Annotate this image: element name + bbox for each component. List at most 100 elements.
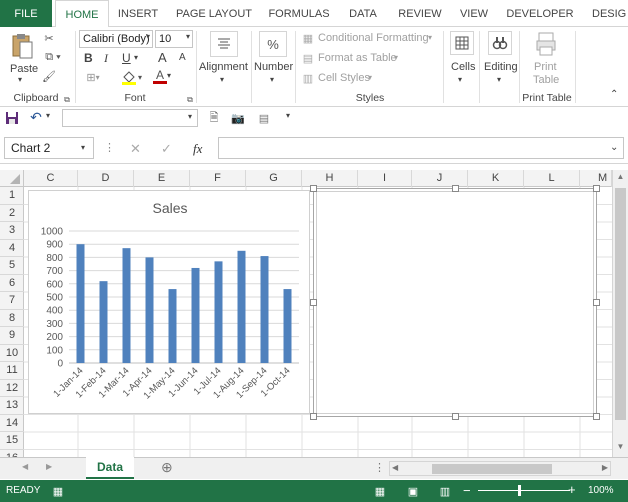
scroll-right-icon[interactable]: ▶ bbox=[602, 463, 608, 472]
resize-handle[interactable] bbox=[593, 413, 600, 420]
page-layout-view-icon[interactable]: ▣ bbox=[405, 483, 421, 499]
insert-function-button[interactable]: fx bbox=[193, 141, 202, 157]
format-as-table-dropdown-icon[interactable]: ▾ bbox=[394, 53, 398, 62]
conditional-formatting-dropdown-icon[interactable]: ▾ bbox=[428, 33, 432, 42]
fill-color-button[interactable]: ▾ bbox=[116, 68, 146, 86]
tab-insert[interactable]: INSERT bbox=[112, 0, 164, 27]
resize-handle[interactable] bbox=[310, 299, 317, 306]
alignment-button[interactable]: Alignment bbox=[199, 61, 248, 73]
row-header[interactable]: 12 bbox=[0, 380, 24, 397]
next-sheet-icon[interactable]: ▶ bbox=[46, 462, 52, 471]
bar[interactable] bbox=[99, 281, 108, 363]
row-header[interactable]: 15 bbox=[0, 432, 24, 450]
alignment-icon[interactable] bbox=[210, 31, 238, 57]
resize-handle[interactable] bbox=[452, 413, 459, 420]
bar[interactable] bbox=[191, 267, 200, 363]
bar[interactable] bbox=[237, 250, 246, 363]
qat-combo-dropdown-icon[interactable]: ▾ bbox=[188, 112, 192, 121]
row-header[interactable]: 2 bbox=[0, 205, 24, 222]
cell-styles-dropdown-icon[interactable]: ▾ bbox=[368, 73, 372, 82]
resize-handle[interactable] bbox=[593, 299, 600, 306]
tab-developer[interactable]: DEVELOPER bbox=[502, 0, 578, 27]
bar[interactable] bbox=[122, 248, 131, 363]
column-header[interactable]: L bbox=[524, 170, 580, 187]
new-sheet-button[interactable]: ⊕ bbox=[161, 459, 173, 476]
zoom-in-button[interactable]: + bbox=[568, 482, 576, 497]
page-break-preview-icon[interactable]: ▥ bbox=[437, 483, 453, 499]
tab-view[interactable]: VIEW bbox=[452, 0, 496, 27]
row-header[interactable]: 3 bbox=[0, 222, 24, 240]
formula-input[interactable] bbox=[218, 137, 624, 159]
grow-font-button[interactable]: A bbox=[158, 50, 167, 65]
resize-handle[interactable] bbox=[593, 185, 600, 192]
bold-button[interactable]: B bbox=[84, 51, 93, 65]
zoom-level[interactable]: 100% bbox=[588, 485, 614, 496]
tab-page-layout[interactable]: PAGE LAYOUT bbox=[168, 0, 260, 27]
name-box-dropdown-icon[interactable]: ▾ bbox=[81, 143, 85, 152]
editing-dropdown-icon[interactable]: ▾ bbox=[497, 75, 501, 84]
row-header[interactable]: 7 bbox=[0, 292, 24, 310]
tab-home[interactable]: HOME bbox=[55, 0, 109, 28]
cut-icon[interactable]: ✂ bbox=[40, 30, 58, 46]
bar[interactable] bbox=[168, 289, 177, 363]
empty-chart-selected[interactable] bbox=[310, 185, 600, 420]
alignment-dropdown-icon[interactable]: ▾ bbox=[220, 75, 224, 84]
bar[interactable] bbox=[145, 257, 154, 363]
scroll-up-icon[interactable]: ▲ bbox=[615, 172, 626, 184]
column-header[interactable]: F bbox=[190, 170, 246, 187]
row-header[interactable]: 9 bbox=[0, 327, 24, 345]
bar[interactable] bbox=[283, 289, 292, 363]
column-header[interactable]: C bbox=[24, 170, 78, 187]
format-as-table-button[interactable]: Format as Table bbox=[318, 52, 397, 64]
sheet-bar-grip-icon[interactable]: ⋮ bbox=[374, 461, 385, 474]
underline-button[interactable]: U bbox=[122, 51, 131, 65]
cells-icon[interactable] bbox=[450, 31, 474, 55]
underline-dropdown-icon[interactable]: ▾ bbox=[134, 53, 138, 62]
cancel-formula-button[interactable]: ✕ bbox=[130, 141, 141, 157]
font-color-dropdown-icon[interactable]: ▾ bbox=[167, 71, 171, 80]
scroll-left-icon[interactable]: ◀ bbox=[392, 463, 398, 472]
collapse-ribbon-icon[interactable]: ⌃ bbox=[610, 89, 618, 100]
horizontal-scrollbar[interactable]: ◀ ▶ bbox=[389, 461, 611, 476]
paste-dropdown-icon[interactable]: ▾ bbox=[18, 75, 22, 84]
tab-review[interactable]: REVIEW bbox=[392, 0, 448, 27]
scroll-down-icon[interactable]: ▼ bbox=[615, 442, 626, 454]
clipboard-launcher-icon[interactable]: ⧉ bbox=[62, 95, 72, 105]
font-launcher-icon[interactable]: ⧉ bbox=[185, 95, 195, 105]
column-header[interactable]: E bbox=[134, 170, 190, 187]
format-painter-icon[interactable]: 🖌 bbox=[40, 68, 58, 84]
font-size-dropdown-icon[interactable]: ▾ bbox=[186, 32, 190, 41]
undo-dropdown-icon[interactable]: ▾ bbox=[46, 111, 50, 120]
resize-handle[interactable] bbox=[310, 413, 317, 420]
tab-design[interactable]: DESIG bbox=[584, 0, 628, 27]
sheet-tab-data[interactable]: Data bbox=[86, 457, 134, 479]
select-all-button[interactable] bbox=[0, 170, 24, 187]
print-table-button-line2[interactable]: Table bbox=[533, 74, 559, 86]
shrink-font-button[interactable]: A bbox=[179, 52, 186, 63]
resize-handle[interactable] bbox=[310, 185, 317, 192]
enter-formula-button[interactable]: ✓ bbox=[161, 141, 172, 157]
zoom-out-button[interactable]: − bbox=[463, 483, 471, 498]
row-header[interactable]: 5 bbox=[0, 257, 24, 275]
copy-icon[interactable]: ⧉ ▾ bbox=[40, 49, 66, 65]
column-header[interactable]: G bbox=[246, 170, 302, 187]
column-header[interactable]: K bbox=[468, 170, 524, 187]
paste-icon[interactable] bbox=[8, 31, 36, 61]
row-header[interactable]: 4 bbox=[0, 240, 24, 257]
tab-formulas[interactable]: FORMULAS bbox=[264, 0, 334, 27]
prev-sheet-icon[interactable]: ◀ bbox=[22, 462, 28, 471]
bar[interactable] bbox=[214, 261, 223, 363]
paste-button[interactable]: Paste bbox=[10, 63, 38, 75]
sales-chart[interactable]: Sales 0 100 200 300 400 500 600 700 800 900 1000 1… bbox=[28, 190, 310, 414]
undo-icon[interactable]: ↶ bbox=[28, 109, 44, 125]
row-header[interactable]: 8 bbox=[0, 310, 24, 327]
camera-icon[interactable]: 📷 bbox=[230, 110, 246, 126]
expand-formula-bar-icon[interactable]: ⌄ bbox=[610, 142, 618, 153]
vertical-scroll-thumb[interactable] bbox=[615, 188, 626, 420]
zoom-slider[interactable] bbox=[478, 490, 570, 491]
column-header[interactable]: J bbox=[412, 170, 468, 187]
macro-record-icon[interactable]: ▦ bbox=[50, 483, 66, 499]
row-header[interactable]: 1 bbox=[0, 187, 24, 205]
number-button[interactable]: Number bbox=[254, 61, 293, 73]
cells-button[interactable]: Cells bbox=[451, 61, 475, 73]
